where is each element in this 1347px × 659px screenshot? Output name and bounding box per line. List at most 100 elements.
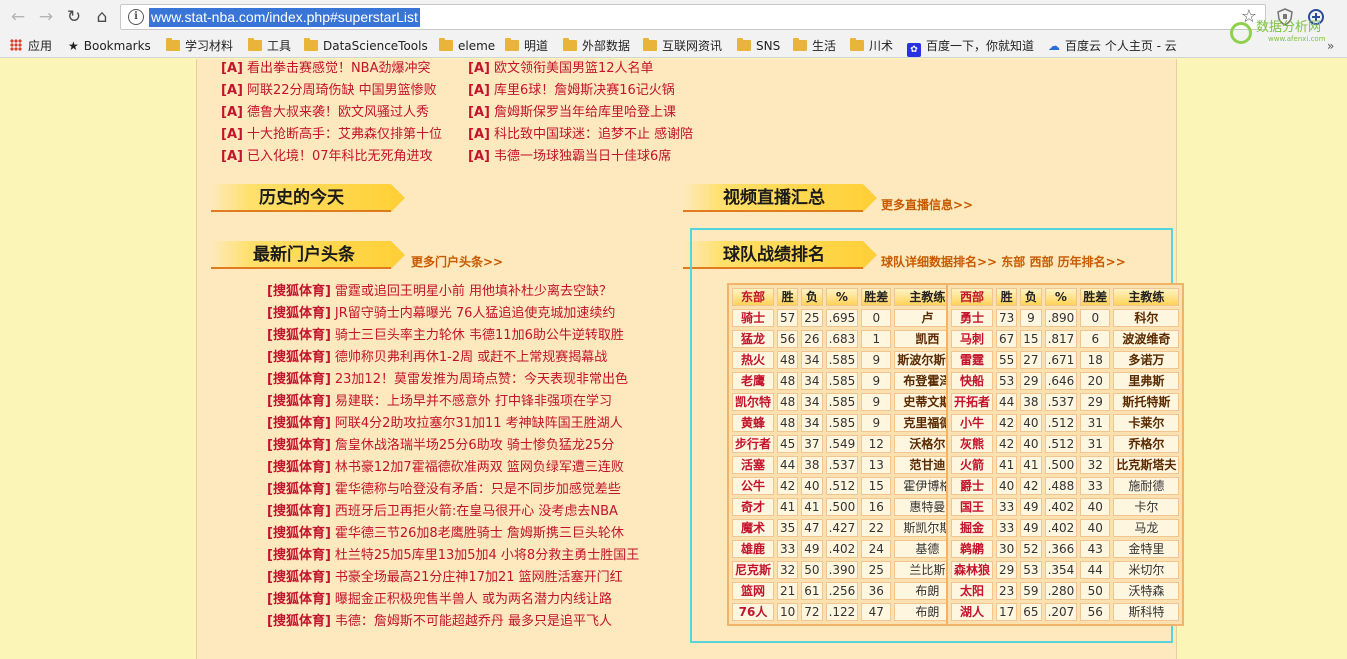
portal-news-item[interactable]: [搜狐体育] JR留守骑士内幕曝光 76人猛追追使克城加速续约 (267, 304, 615, 324)
portal-news-item[interactable]: [搜狐体育] 德帅称贝弗利再休1-2周 或赶不上常规赛揭幕战 (267, 348, 607, 368)
team-link[interactable]: 篮网 (732, 582, 775, 600)
coach-link[interactable]: 米切尔 (1113, 561, 1180, 579)
conference-label[interactable]: 西部 (951, 288, 994, 306)
back-arrow-icon[interactable]: ← (6, 5, 30, 29)
bookmark-folder[interactable]: eleme (439, 37, 495, 55)
team-link[interactable]: 鹈鹕 (951, 540, 994, 558)
bookmark-folder[interactable]: 外部数据 (563, 37, 630, 55)
portal-news-item[interactable]: [搜狐体育] 曝掘金正积极兜售半兽人 或为两名潜力内线让路 (267, 590, 612, 610)
team-link[interactable]: 雷霆 (951, 351, 994, 369)
coach-link[interactable]: 比克斯塔夫 (1113, 456, 1180, 474)
portal-news-item[interactable]: [搜狐体育] 林书豪12加7霍福德砍准两双 篮网负绿军遭三连败 (267, 458, 624, 478)
portal-news-item[interactable]: [搜狐体育] 易建联：上场早并不感意外 打中锋非强项在学习 (267, 392, 612, 412)
team-link[interactable]: 老鹰 (732, 372, 775, 390)
team-link[interactable]: 掘金 (951, 519, 994, 537)
portal-news-item[interactable]: [搜狐体育] 书豪全场最高21分庄神17加21 篮网胜活塞开门红 (267, 568, 623, 588)
home-icon[interactable]: ⌂ (90, 5, 114, 29)
team-link[interactable]: 步行者 (732, 435, 775, 453)
bookmark-folder[interactable]: 川术 (850, 37, 893, 55)
coach-link[interactable]: 马龙 (1113, 519, 1180, 537)
team-link[interactable]: 火箭 (951, 456, 994, 474)
bookmark-bookmarks[interactable]: ★ Bookmarks (68, 37, 151, 55)
coach-link[interactable]: 斯托特斯 (1113, 393, 1180, 411)
team-link[interactable]: 雄鹿 (732, 540, 775, 558)
cloud-icon: ☁ (1048, 39, 1060, 53)
team-link[interactable]: 黄蜂 (732, 414, 775, 432)
coach-link[interactable]: 斯科特 (1113, 603, 1180, 621)
bookmark-folder[interactable]: 互联网资讯 (643, 37, 722, 55)
stat-cell: 6 (1080, 330, 1111, 348)
team-link[interactable]: 开拓者 (951, 393, 994, 411)
coach-link[interactable]: 卡莱尔 (1113, 414, 1180, 432)
team-link[interactable]: 凯尔特 (732, 393, 775, 411)
bookmark-baidu[interactable]: ✿ 百度一下，你就知道 (907, 37, 1034, 57)
portal-news-item[interactable]: [搜狐体育] 雷霆或追回王明星小前 用他填补杜少离去空缺？ (267, 282, 612, 302)
bookmark-baidu-cloud[interactable]: ☁ 百度云 个人主页 - 云 (1048, 37, 1177, 55)
team-link[interactable]: 猛龙 (732, 330, 775, 348)
portal-news-item[interactable]: [搜狐体育] 骑士三巨头率主力轮休 韦德11加6助公牛逆转取胜 (267, 326, 624, 346)
stat-cell: 41 (1020, 456, 1042, 474)
coach-link[interactable]: 科尔 (1113, 309, 1180, 327)
team-link[interactable]: 湖人 (951, 603, 994, 621)
team-link[interactable]: 尼克斯 (732, 561, 775, 579)
team-link[interactable]: 勇士 (951, 309, 994, 327)
coach-link[interactable]: 波波维奇 (1113, 330, 1180, 348)
news-link[interactable]: [A] 阿联22分周琦伤缺 中国男篮惨败 (221, 81, 437, 101)
reload-icon[interactable]: ↻ (62, 5, 86, 29)
coach-link[interactable]: 沃特森 (1113, 582, 1180, 600)
news-link[interactable]: [A] 欧文领衔美国男篮12人名单 (468, 59, 654, 79)
team-link[interactable]: 马刺 (951, 330, 994, 348)
portal-news-item[interactable]: [搜狐体育] 西班牙后卫再拒火箭:在皇马很开心 没考虑去NBA (267, 502, 618, 522)
coach-link[interactable]: 施耐德 (1113, 477, 1180, 495)
portal-news-item[interactable]: [搜狐体育] 霍华德称与哈登没有矛盾：只是不同步加感觉差些 (267, 480, 621, 500)
team-link[interactable]: 小牛 (951, 414, 994, 432)
news-link[interactable]: [A] 看出拳击赛感觉！NBA劲爆冲突 (221, 59, 431, 79)
coach-link[interactable]: 乔格尔 (1113, 435, 1180, 453)
team-link[interactable]: 爵士 (951, 477, 994, 495)
more-portal-link[interactable]: 更多门户头条>> (411, 254, 503, 270)
team-link[interactable]: 快船 (951, 372, 994, 390)
news-link[interactable]: [A] 詹姆斯保罗当年给库里哈登上课 (468, 103, 676, 123)
team-link[interactable]: 国王 (951, 498, 994, 516)
more-live-link[interactable]: 更多直播信息>> (881, 197, 973, 213)
news-link[interactable]: [A] 已入化境！07年科比无死角进攻 (221, 147, 433, 167)
portal-news-item[interactable]: [搜狐体育] 23加12！莫雷发推为周琦点赞：今天表现非常出色 (267, 370, 628, 390)
team-link[interactable]: 公牛 (732, 477, 775, 495)
team-link[interactable]: 活塞 (732, 456, 775, 474)
news-link[interactable]: [A] 韦德一场球独霸当日十佳球6席 (468, 147, 671, 167)
team-link[interactable]: 奇才 (732, 498, 775, 516)
news-link[interactable]: [A] 德鲁大叔来袭！欧文风骚过人秀 (221, 103, 429, 123)
bookmark-folder[interactable]: 生活 (793, 37, 836, 55)
stat-cell: 41 (801, 498, 823, 516)
team-link[interactable]: 热火 (732, 351, 775, 369)
team-link[interactable]: 灰熊 (951, 435, 994, 453)
coach-link[interactable]: 里弗斯 (1113, 372, 1180, 390)
conference-label[interactable]: 东部 (732, 288, 775, 306)
bookmark-folder[interactable]: 明道 (505, 37, 548, 55)
bookmark-folder[interactable]: SNS (737, 37, 780, 55)
team-link[interactable]: 森林狼 (951, 561, 994, 579)
team-link[interactable]: 太阳 (951, 582, 994, 600)
url-text[interactable]: www.stat-nba.com/index.php#superstarList (149, 8, 420, 27)
team-link[interactable]: 骑士 (732, 309, 775, 327)
bookmark-apps[interactable]: 应用 (10, 37, 52, 55)
info-icon[interactable]: i (128, 9, 144, 25)
news-link[interactable]: [A] 十大抢断高手：艾弗森仅排第十位 (221, 125, 442, 145)
bookmark-folder[interactable]: DataScienceTools (304, 37, 428, 55)
bookmark-folder[interactable]: 学习材料 (166, 37, 233, 55)
coach-link[interactable]: 多诺万 (1113, 351, 1180, 369)
coach-link[interactable]: 金特里 (1113, 540, 1180, 558)
forward-arrow-icon[interactable]: → (34, 5, 58, 29)
team-link[interactable]: 魔术 (732, 519, 775, 537)
coach-link[interactable]: 卡尔 (1113, 498, 1180, 516)
bookmark-folder[interactable]: 工具 (248, 37, 291, 55)
team-link[interactable]: 76人 (732, 603, 775, 621)
portal-news-item[interactable]: [搜狐体育] 詹皇休战洛瑞半场25分6助攻 骑士惨负猛龙25分 (267, 436, 614, 456)
portal-news-item[interactable]: [搜狐体育] 阿联4分2助攻拉塞尔31加11 考神缺阵国王胜湖人 (267, 414, 623, 434)
portal-news-item[interactable]: [搜狐体育] 韦德：詹姆斯不可能超越乔丹 最多只是追平飞人 (267, 612, 612, 632)
news-link[interactable]: [A] 科比致中国球迷：追梦不止 感谢陪 (468, 125, 693, 145)
portal-news-item[interactable]: [搜狐体育] 杜兰特25加5库里13加5加4 小将8分救主勇士胜国王 (267, 546, 639, 566)
portal-news-item[interactable]: [搜狐体育] 霍华德三节26加8老鹰胜骑士 詹姆斯携三巨头轮休 (267, 524, 624, 544)
news-link[interactable]: [A] 库里6球！詹姆斯决赛16记火锅 (468, 81, 675, 101)
address-bar[interactable]: i www.stat-nba.com/index.php#superstarLi… (120, 4, 1266, 30)
